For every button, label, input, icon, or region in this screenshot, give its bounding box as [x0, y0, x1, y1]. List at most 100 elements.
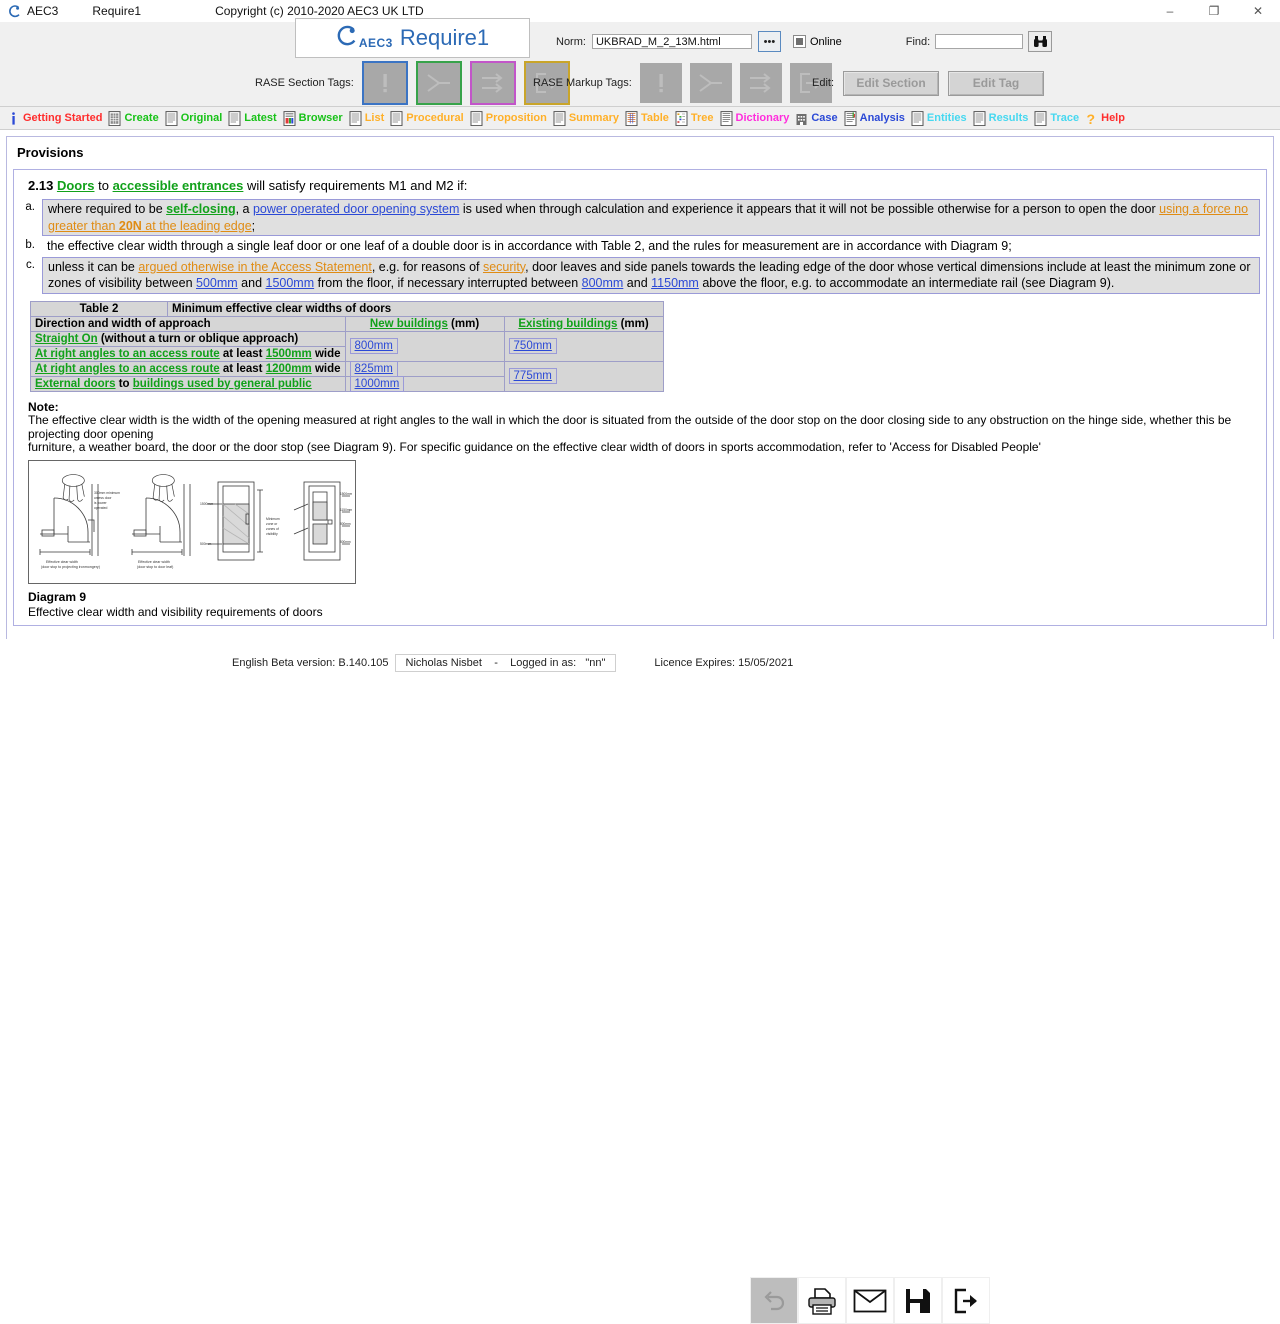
nav-item-table[interactable]: Table [624, 107, 674, 129]
nav-item-procedural[interactable]: Procedural [389, 107, 468, 129]
text-run: , a [235, 202, 253, 216]
norm-browse-button[interactable]: ••• [757, 31, 781, 52]
binoculars-icon[interactable] [1028, 31, 1053, 52]
note-label: Note: [28, 399, 59, 414]
nav-item-label: Results [988, 111, 1029, 124]
orange-link[interactable]: security [483, 260, 525, 274]
orange-link-bold[interactable]: 20N [119, 219, 142, 233]
nav-item-analysis[interactable]: Analysis [843, 107, 910, 129]
document-icon [470, 110, 483, 126]
svg-text:(door stop to door leaf): (door stop to door leaf) [137, 565, 173, 569]
green-link[interactable]: Straight On [35, 333, 98, 345]
mail-icon[interactable] [846, 1277, 894, 1324]
save-icon[interactable] [894, 1277, 942, 1324]
diagram-label: Diagram 9 [28, 589, 87, 604]
nav-item-browser[interactable]: Browser [282, 107, 348, 129]
green-link[interactable]: Doors [57, 178, 95, 193]
undo-icon[interactable] [750, 1277, 798, 1324]
bold-text: to [115, 377, 133, 390]
text-run: the effective clear width through a sing… [47, 239, 1012, 253]
green-link[interactable]: 1200mm [266, 363, 312, 375]
svg-text:(door stop to projecting ironm: (door stop to projecting ironmongery) [41, 565, 100, 569]
nav-item-getting-started[interactable]: Getting Started [6, 107, 107, 129]
svg-text:zone or: zone or [266, 522, 278, 526]
blue-link[interactable]: 500mm [196, 276, 238, 290]
blue-link[interactable]: power operated door opening system [253, 202, 459, 216]
existing-buildings-unit: (mm) [617, 317, 649, 330]
green-link[interactable]: At right angles to an access route [35, 348, 220, 360]
green-link[interactable]: External doors [35, 378, 116, 390]
nav-item-help[interactable]: ? Help [1084, 107, 1130, 129]
nav-item-dictionary[interactable]: Dictionary [719, 107, 795, 129]
note-line-1: The effective clear width is the width o… [28, 413, 1232, 441]
rase-markup-requirement-button[interactable] [639, 63, 682, 103]
rase-section-requirement-button[interactable] [361, 61, 408, 105]
green-link[interactable]: At right angles to an access route [35, 363, 220, 375]
new-buildings-link[interactable]: New buildings [370, 318, 448, 330]
existing-value-input[interactable]: 775mm [508, 368, 557, 384]
nav-item-list[interactable]: List [348, 107, 390, 129]
status-text: English Beta version: B.140.105 Nicholas… [232, 654, 793, 672]
existing-value-input[interactable]: 750mm [508, 338, 557, 354]
print-icon[interactable] [798, 1277, 846, 1324]
svg-text:operated: operated [94, 506, 107, 510]
nav-item-entities[interactable]: Entities [910, 107, 972, 129]
new-value-input[interactable]: 825mm [349, 360, 398, 377]
svg-text:500mm: 500mm [340, 540, 351, 544]
edit-section-button[interactable]: Edit Section [843, 70, 940, 96]
orange-link[interactable]: at the leading edge [142, 219, 251, 233]
document-icon [553, 110, 566, 126]
nav-item-label: Analysis [859, 111, 905, 124]
orange-link[interactable]: argued otherwise in the Access Statement [138, 260, 371, 274]
clause-item-text[interactable]: unless it can be argued otherwise in the… [42, 256, 1260, 294]
green-link[interactable]: 1500mm [266, 348, 312, 360]
title-bar: AEC3 Require1 Copyright (c) 2010-2020 AE… [0, 0, 1280, 22]
edit-label: Edit: [812, 77, 835, 89]
nav-item-trace[interactable]: Trace [1033, 107, 1084, 129]
document-color-icon [283, 110, 296, 126]
new-value-input[interactable]: 800mm [349, 338, 398, 354]
svg-text:?: ? [1087, 111, 1096, 126]
edit-tag-button[interactable]: Edit Tag [948, 70, 1045, 96]
rase-section-applies-button[interactable] [415, 61, 462, 105]
clause-item-marker: c. [26, 258, 35, 271]
online-toggle[interactable]: Online [792, 35, 842, 48]
green-link[interactable]: self-closing [166, 202, 235, 216]
user-session-box: Nicholas Nisbet - Logged in as: "nn" [394, 654, 617, 672]
text-run: is used when through calculation and exp… [459, 202, 1160, 216]
close-button[interactable]: ✕ [1236, 0, 1280, 22]
nav-item-summary[interactable]: Summary [552, 107, 624, 129]
norm-label: Norm: [556, 35, 586, 48]
maximize-button[interactable]: ❐ [1192, 0, 1236, 22]
exit-icon[interactable] [942, 1277, 990, 1324]
rase-section-selects-button[interactable] [469, 61, 516, 105]
existing-buildings-link[interactable]: Existing buildings [518, 318, 617, 330]
blue-link[interactable]: 1150mm [651, 276, 699, 290]
nav-item-latest[interactable]: Latest [227, 107, 281, 129]
nav-item-results[interactable]: Results [972, 107, 1034, 129]
search-input[interactable] [935, 34, 1024, 49]
nav-item-create[interactable]: Create [107, 107, 163, 129]
nav-item-case[interactable]: Case [794, 107, 842, 129]
new-buildings-unit: (mm) [447, 317, 480, 330]
nav-item-original[interactable]: Original [164, 107, 228, 129]
text-run: to [94, 178, 113, 193]
clause-item-text[interactable]: where required to be self-closing, a pow… [42, 199, 1260, 236]
blue-link[interactable]: 1500mm [266, 276, 315, 290]
nav-item-label: Summary [568, 111, 619, 124]
norm-input[interactable] [591, 34, 752, 49]
blue-link[interactable]: 800mm [582, 276, 624, 290]
green-link[interactable]: buildings used by general public [133, 378, 312, 390]
nav-item-proposition[interactable]: Proposition [469, 107, 552, 129]
find-label: Find: [905, 35, 931, 48]
green-link[interactable]: accessible entrances [113, 178, 244, 193]
rase-markup-applies-button[interactable] [689, 63, 732, 103]
nav-item-tree[interactable]: Tree [674, 107, 719, 129]
minimize-button[interactable]: – [1148, 0, 1192, 22]
text-run: ; [251, 218, 256, 233]
building-icon [795, 111, 808, 126]
nav-item-label: Browser [298, 111, 343, 124]
online-checkbox[interactable] [792, 35, 806, 48]
new-value-input[interactable]: 1000mm [349, 375, 405, 392]
rase-markup-selects-button[interactable] [739, 63, 782, 103]
